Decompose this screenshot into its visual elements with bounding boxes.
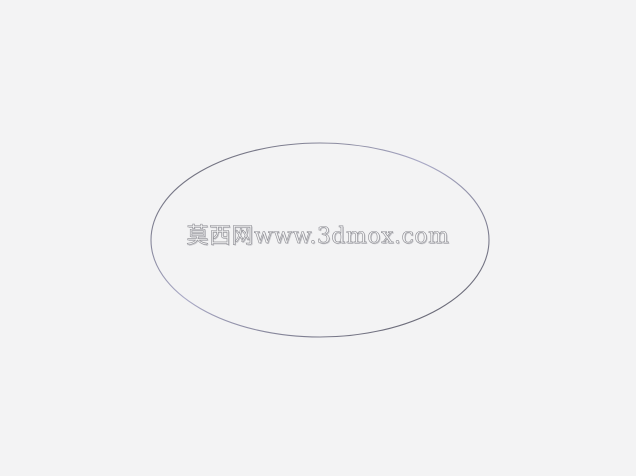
image-canvas: 莫西网www.3dmox.com — [0, 0, 636, 476]
watermark-text: 莫西网www.3dmox.com — [186, 224, 450, 250]
